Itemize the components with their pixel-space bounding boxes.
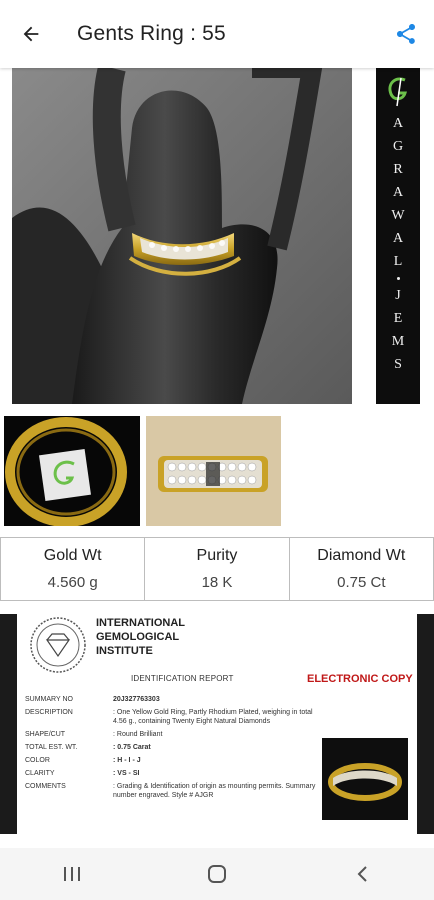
certificate-paper: INTERNATIONAL GEMOLOGICAL INSTITUTE IDEN… xyxy=(17,614,417,834)
institute-name-line: INTERNATIONAL xyxy=(96,617,186,629)
certificate-row: DESCRIPTION : One Yellow Gold Ring, Part… xyxy=(25,708,325,726)
certificate-ring-photo xyxy=(322,738,408,820)
row-key: CLARITY xyxy=(25,770,55,777)
certificate-details: SUMMARY NO 20J327763303 DESCRIPTION : On… xyxy=(25,695,325,804)
logo-dot xyxy=(396,277,400,280)
row-value: : Round Brilliant xyxy=(113,731,163,738)
certificate-row: COMMENTS : Grading & Identification of o… xyxy=(25,782,325,800)
recents-button[interactable] xyxy=(52,859,92,889)
institute-name: INTERNATIONAL GEMOLOGICAL INSTITUTE xyxy=(96,616,185,658)
system-nav-bar xyxy=(0,848,434,900)
spec-label: Purity xyxy=(196,547,238,564)
logo-letter: A xyxy=(392,185,404,200)
thumbnail-image-1[interactable] xyxy=(4,416,140,526)
logo-letter: L xyxy=(393,254,403,269)
brand-monogram-icon xyxy=(388,77,407,107)
thumbnail-image-2[interactable] xyxy=(146,416,281,526)
recents-icon xyxy=(64,867,81,881)
home-icon xyxy=(207,865,226,883)
row-key: DESCRIPTION xyxy=(25,709,73,716)
brand-logo: A G R A W A L J E M S xyxy=(376,68,420,404)
report-title: IDENTIFICATION REPORT xyxy=(131,674,234,683)
certificate-row: COLOR : H - I - J xyxy=(25,756,325,765)
nav-back-button[interactable] xyxy=(342,859,382,889)
row-value: : One Yellow Gold Ring, Partly Rhodium P… xyxy=(113,709,313,725)
page-title: Gents Ring : 55 xyxy=(77,22,226,45)
certificate-row: CLARITY : VS - SI xyxy=(25,769,325,778)
electronic-copy-label: ELECTRONIC COPY xyxy=(307,673,413,685)
row-value: : VS - SI xyxy=(113,770,140,777)
specs-table: Gold Wt 4.560 g Purity 18 K Diamond Wt 0… xyxy=(0,537,434,601)
spec-gold-weight: Gold Wt 4.560 g xyxy=(1,538,146,600)
certificate-row: SHAPE/CUT : Round Brilliant xyxy=(25,730,325,739)
row-value: : Grading & Identification of origin as … xyxy=(113,783,316,799)
main-product-image[interactable] xyxy=(12,68,352,404)
row-key: SUMMARY NO xyxy=(25,696,73,703)
institute-name-line: INSTITUTE xyxy=(96,645,153,657)
logo-letter: J xyxy=(395,288,401,303)
back-button[interactable] xyxy=(16,19,46,49)
logo-letter: M xyxy=(391,334,405,349)
nav-back-icon xyxy=(357,866,367,882)
logo-letter: A xyxy=(392,231,404,246)
spec-value: 4.560 g xyxy=(47,574,98,591)
spec-label: Diamond Wt xyxy=(317,547,406,564)
institute-name-line: GEMOLOGICAL xyxy=(96,631,180,643)
logo-letter: R xyxy=(393,162,403,177)
row-value: : H - I - J xyxy=(113,757,141,764)
logo-letter: S xyxy=(394,357,402,372)
row-key: COLOR xyxy=(25,757,50,764)
share-button[interactable] xyxy=(394,22,418,46)
spec-value: 18 K xyxy=(201,574,233,591)
row-value: : 0.75 Carat xyxy=(113,744,151,751)
arrow-back-icon xyxy=(23,26,39,42)
share-icon xyxy=(397,24,415,44)
certificate-image[interactable]: INTERNATIONAL GEMOLOGICAL INSTITUTE IDEN… xyxy=(0,614,434,834)
spec-purity: Purity 18 K xyxy=(145,538,290,600)
logo-letter: G xyxy=(392,139,404,154)
spec-label: Gold Wt xyxy=(43,547,102,564)
igi-seal-icon xyxy=(30,617,86,673)
certificate-row: SUMMARY NO 20J327763303 xyxy=(25,695,325,704)
certificate-row: TOTAL EST. WT. : 0.75 Carat xyxy=(25,743,325,752)
row-key: COMMENTS xyxy=(25,783,66,790)
home-button[interactable] xyxy=(197,859,237,889)
row-value: 20J327763303 xyxy=(113,696,160,703)
logo-letter: E xyxy=(393,311,403,326)
app-bar: Gents Ring : 55 xyxy=(0,0,434,68)
logo-letter: W xyxy=(391,208,405,223)
spec-value: 0.75 Ct xyxy=(337,574,386,591)
logo-letter: A xyxy=(392,116,404,131)
spec-diamond-weight: Diamond Wt 0.75 Ct xyxy=(290,538,433,600)
row-key: TOTAL EST. WT. xyxy=(25,744,78,751)
row-key: SHAPE/CUT xyxy=(25,731,66,738)
